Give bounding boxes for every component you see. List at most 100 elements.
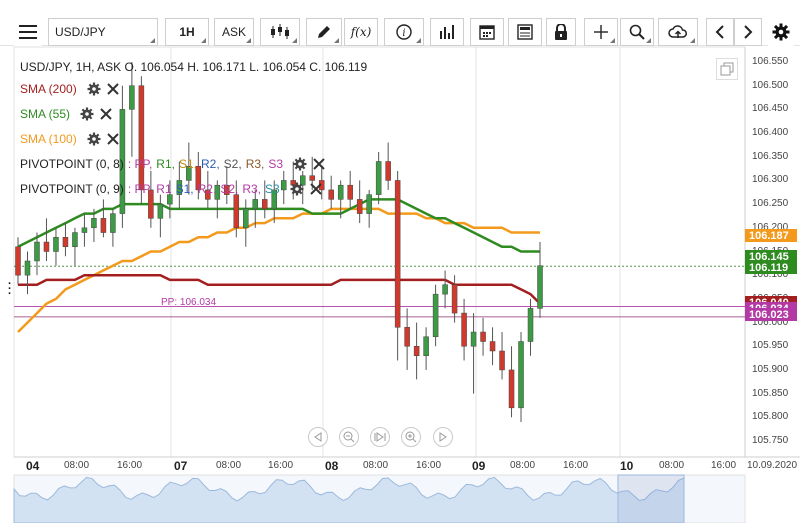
price-tick-label: 105.950 [752,340,789,352]
pivot-level-label: R2, [197,182,217,196]
time-day-label: 07 [174,459,188,473]
scroll-left-button[interactable] [308,427,328,447]
svg-text:i: i [402,28,405,39]
maximize-icon [720,62,734,76]
time-day-label: 08 [325,459,339,473]
time-day-label: 10 [620,459,634,473]
chart-app: USD/JPY 1H ASK f(x) i 106.550 106.500 10… [0,0,800,523]
close-icon[interactable] [106,133,119,145]
gear-icon[interactable] [87,82,101,96]
pivot-level-label: R3, [245,157,265,171]
indicator-pivot-8: PIVOTPOINT (0, 8) : PP, R1, S1, R2, S2, R3, S3 [20,154,325,174]
close-icon[interactable] [100,108,112,120]
candle-body [43,241,50,252]
zoom-out-icon [343,431,355,443]
news-button[interactable] [508,18,542,46]
candle-body [442,284,448,295]
crosshair-icon [594,25,608,39]
time-tick-label: 08:00 [64,460,90,471]
candle-body [375,161,382,195]
price-tick-label: 106.550 [752,56,789,67]
gear-icon [772,23,790,41]
info-button[interactable]: i [384,18,424,46]
candle-body [15,246,21,276]
zoom-in-button[interactable] [401,427,421,447]
price-tick-label: 106.300 [752,174,789,186]
fx-icon: f(x) [350,25,372,39]
time-tick-label: 16:00 [416,460,442,471]
price-tick-label: 105.850 [752,387,789,399]
zoom-in-icon [405,431,417,443]
symbol-value: USD/JPY [55,25,106,39]
draw-button[interactable] [306,18,342,46]
price-tick-label: 105.800 [752,411,789,423]
indicator-pivot-9: PIVOTPOINT (0, 9) : PP, R1 S1, R2, S2, R3, S3 [20,179,322,199]
symbol-select[interactable]: USD/JPY [48,18,158,46]
candle-body [72,232,78,248]
price-chart[interactable] [0,46,800,523]
hamburger-icon [19,25,37,39]
indicator-label: SMA (100) [20,132,77,146]
maximize-button[interactable] [716,58,738,80]
lock-button[interactable] [546,18,576,46]
gear-icon[interactable] [293,157,307,171]
price-tick-label: 106.450 [752,103,789,115]
pivot-levels: : PP, R1 S1, R2, S2, R3, S3 [128,182,284,196]
volume-button[interactable] [430,18,464,46]
time-day-label: 09 [472,459,486,473]
candlestick-icon [271,24,289,39]
candle-body [24,260,31,276]
pivot-level-label: : PP, [127,182,153,196]
price-tick-label: 106.250 [752,198,789,210]
pivot-pp-label: PP: 106.034 [161,297,217,308]
zoom-button[interactable] [620,18,654,46]
close-icon[interactable] [310,183,322,195]
news-icon [517,24,533,40]
scroll-right-button[interactable] [433,427,453,447]
candle-body [432,293,439,338]
indicators-button[interactable]: f(x) [344,18,378,46]
timeframe-select[interactable]: 1H [165,18,209,46]
close-icon[interactable] [313,158,325,170]
chart-type-button[interactable] [260,18,300,46]
next-button[interactable] [734,18,762,46]
close-icon[interactable] [106,83,119,95]
cloud-button[interactable] [658,18,698,46]
navigator-window [617,474,685,523]
time-tick-label: 08:00 [659,460,685,471]
candle-body [347,184,353,200]
price-type-select[interactable]: ASK [214,18,254,46]
time-tick-label: 08:00 [510,460,536,471]
price-tag: 106.187 [745,229,797,242]
prev-button[interactable] [706,18,734,46]
candle-body [252,199,259,210]
gear-icon[interactable] [80,107,94,121]
indicator-sma100: SMA (100) [20,129,119,149]
pivot-level-label: S1, [178,157,197,171]
menu-button[interactable] [14,18,42,46]
candle-body [138,85,145,191]
zoom-out-button[interactable] [339,427,359,447]
calendar-button[interactable] [470,18,504,46]
settings-button[interactable] [768,18,794,46]
candle-body [508,369,515,409]
time-tick-label: 10.09.2020 [747,460,798,471]
cloud-upload-icon [668,25,687,38]
time-tick-label: 16:00 [117,460,143,471]
candle-body [34,241,40,262]
drag-handle-icon[interactable]: ... [8,276,11,297]
time-tick-label: 16:00 [711,460,737,471]
crosshair-button[interactable] [584,18,618,46]
time-tick-label: 08:00 [363,460,389,471]
pivot-level-label: R3, [242,182,262,196]
price-tag: 106.023 [745,308,797,321]
timeframe-value: 1H [179,25,195,39]
gear-icon[interactable] [290,182,304,196]
candle-body [62,237,69,248]
reset-button[interactable] [370,427,390,447]
chevron-right-icon [744,25,753,39]
price-tick-label: 106.350 [752,150,789,162]
pivot-level-label: : PP, [127,157,153,171]
gear-icon[interactable] [87,132,101,146]
triangle-right-icon [439,432,447,442]
